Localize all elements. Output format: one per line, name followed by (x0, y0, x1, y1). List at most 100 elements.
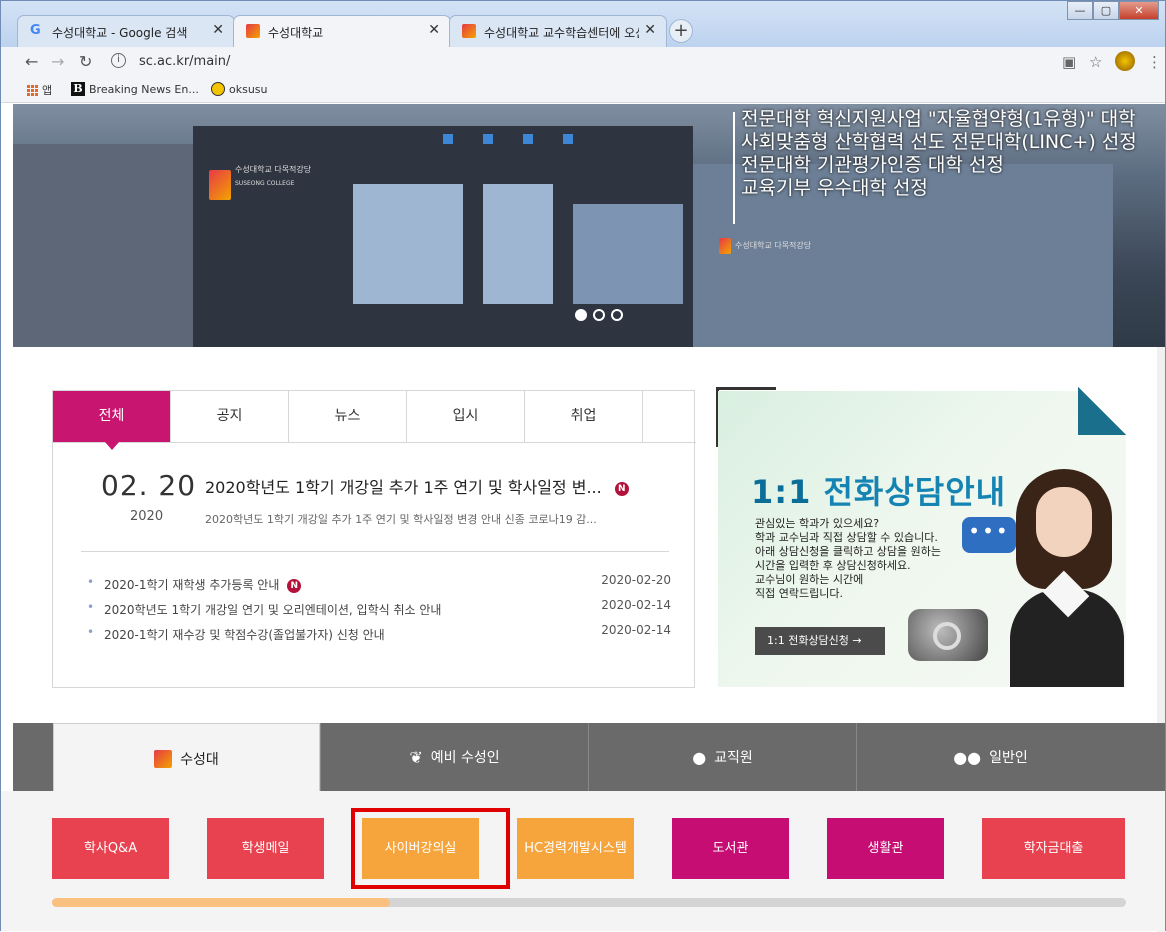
library-button[interactable]: 도서관 (672, 818, 789, 879)
banner-line: 학과 교수님과 직접 상담할 수 있습니다. (755, 531, 938, 544)
news-panel: 전체 공지 뉴스 입시 취업 02. 20 2020 2020학년도 1학기 개… (52, 390, 696, 688)
chat-bubble-icon: ••• (962, 517, 1016, 553)
new-tab-button[interactable]: + (669, 19, 693, 43)
suseong-logo-icon (462, 24, 476, 38)
qa-button[interactable]: 학사Q&A (52, 818, 169, 879)
banner-title-num: 1:1 (751, 473, 812, 511)
tab-teaching-center[interactable]: 수성대학교 교수학습센터에 오신 ✕ (449, 15, 667, 47)
featured-title[interactable]: 2020학년도 1학기 개강일 추가 1주 연기 및 학사일정 변... N (205, 474, 629, 498)
bookmark-label: Breaking News En... (89, 82, 199, 96)
tab-public[interactable]: ●● 일반인 (856, 723, 1124, 791)
tab-suseong[interactable]: 수성대학교 ✕ (233, 15, 451, 47)
hero-line: 교육기부 우수대학 선정 (741, 177, 928, 199)
menu-icon[interactable]: ⋮ (1147, 53, 1162, 71)
building-sign: 수성대학교 다목적강당 (735, 241, 812, 250)
suseong-logo-icon (154, 749, 173, 768)
news-list: • 2020-1학기 재학생 추가등록 안내 N 2020-02-20 • 20… (87, 573, 671, 648)
google-icon: G (30, 23, 41, 38)
banner-line: 관심있는 학과가 있으세요? (755, 517, 880, 530)
progress-fill (52, 898, 391, 907)
tab-staff[interactable]: ● 교직원 (588, 723, 856, 791)
browser-window: G 수성대학교 - Google 검색 ✕ 수성대학교 ✕ 수성대학교 교수학습… (0, 0, 1166, 932)
address-bar[interactable]: i sc.ac.kr/main/ (107, 50, 1047, 74)
profile-avatar[interactable] (1115, 51, 1135, 71)
tab-notice[interactable]: 공지 (171, 391, 289, 442)
hero-line: 사회맞춤형 산학협력 선도 전문대학(LINC+) 선정 (741, 131, 1137, 153)
dormitory-button[interactable]: 생활관 (827, 818, 944, 879)
banner-title: 1:1 전화상담안내 (751, 467, 1006, 513)
window-close-icon[interactable]: ✕ (1119, 1, 1159, 20)
tab-admission[interactable]: 입시 (407, 391, 525, 442)
banner-description: 관심있는 학과가 있으세요? 학과 교수님과 직접 상담할 수 있습니다. 아래… (755, 517, 941, 601)
star-icon[interactable]: ☆ (1089, 53, 1102, 71)
news-tabs: 전체 공지 뉴스 입시 취업 (53, 391, 696, 450)
hero-slider[interactable]: 수성대학교 다목적강당 SUSEONG COLLEGE 수성대학교 다목적강당 … (13, 104, 1165, 347)
tab-prospective[interactable]: ❦ 예비 수성인 (320, 723, 588, 791)
phone-consult-button[interactable]: 1:1 전화상담신청 → (755, 627, 885, 655)
divider (81, 551, 669, 552)
bookmark-breaking-news[interactable]: B Breaking News En... (71, 82, 199, 96)
reload-icon[interactable]: ↻ (79, 52, 92, 71)
cast-icon[interactable]: ▣ (1062, 53, 1076, 71)
group-nav: 수성대 ❦ 예비 수성인 ● 교직원 ●● 일반인 (13, 723, 1165, 793)
telephone-icon (908, 609, 988, 661)
minimize-icon[interactable]: — (1067, 1, 1093, 20)
highlight-box (351, 808, 510, 889)
hero-caption: 전문대학 혁신지원사업 "자율협약형(1유형)" 대학 사회맞춤형 산학협력 선… (733, 108, 1137, 224)
career-system-button[interactable]: HC경력개발시스템 (517, 818, 634, 879)
hero-line: 전문대학 기관평가인증 대학 선정 (741, 154, 1004, 176)
forward-icon[interactable]: → (51, 52, 64, 71)
featured-summary[interactable]: 2020학년도 1학기 개강일 추가 1주 연기 및 학사일정 변경 안내 신종… (205, 511, 597, 527)
tab-google-search[interactable]: G 수성대학교 - Google 검색 ✕ (17, 15, 235, 47)
page-content: 수성대학교 다목적강당 SUSEONG COLLEGE 수성대학교 다목적강당 … (1, 104, 1165, 932)
list-item-date: 2020-02-14 (601, 598, 671, 612)
bookmark-apps[interactable]: 앱 (27, 82, 52, 98)
student-loan-button[interactable]: 학자금대출 (982, 818, 1125, 879)
suseong-logo-icon (246, 24, 260, 38)
list-item-title: 2020학년도 1학기 개강일 연기 및 오리엔테이션, 입학식 취소 안내 (104, 603, 442, 617)
info-icon[interactable]: i (111, 53, 126, 68)
banner-line: 아래 상담신청을 클릭하고 상담을 원하는 (755, 545, 942, 558)
group-label: 일반인 (989, 750, 1028, 766)
list-item[interactable]: • 2020학년도 1학기 개강일 연기 및 오리엔테이션, 입학식 취소 안내… (87, 598, 671, 623)
slide-dot[interactable] (611, 309, 623, 321)
bookmark-oksusu[interactable]: oksusu (211, 82, 268, 96)
tab-suseong-students[interactable]: 수성대 (53, 723, 320, 793)
tab-title: 수성대학교 - Google 검색 (52, 26, 188, 40)
close-icon[interactable]: ✕ (644, 22, 656, 38)
slide-indicators (575, 309, 623, 321)
student-mail-button[interactable]: 학생메일 (207, 818, 324, 879)
bookmark-label: 앱 (42, 84, 53, 97)
group-label: 교직원 (714, 750, 753, 766)
carousel-progress-bar[interactable] (52, 898, 1126, 907)
page-curl (1078, 387, 1126, 435)
sprout-icon: ❦ (409, 747, 423, 767)
suseong-logo (719, 238, 731, 254)
list-item[interactable]: • 2020-1학기 재학생 추가등록 안내 N 2020-02-20 (87, 573, 671, 598)
phone-consult-banner[interactable]: 1:1 전화상담안내 관심있는 학과가 있으세요? 학과 교수님과 직접 상담할… (718, 391, 1126, 687)
close-icon[interactable]: ✕ (212, 22, 224, 38)
list-item[interactable]: • 2020-1학기 재수강 및 학점수강(졸업불가자) 신청 안내 2020-… (87, 623, 671, 648)
bullet-icon: • (87, 625, 95, 639)
quick-links: 학사Q&A 학생메일 사이버강의실 HC경력개발시스템 도서관 생활관 학자금대… (1, 791, 1165, 931)
tab-news[interactable]: 뉴스 (289, 391, 407, 442)
back-icon[interactable]: ← (25, 52, 38, 71)
apps-icon (27, 84, 38, 96)
new-badge-icon: N (614, 481, 629, 496)
list-item-title: 2020-1학기 재학생 추가등록 안내 (104, 578, 280, 592)
list-item-date: 2020-02-20 (601, 573, 671, 587)
tab-employment[interactable]: 취업 (525, 391, 643, 442)
maximize-icon[interactable]: ▢ (1093, 1, 1119, 20)
close-icon[interactable]: ✕ (428, 22, 440, 38)
slide-dot[interactable] (593, 309, 605, 321)
banner-title-text: 전화상담안내 (823, 473, 1007, 511)
tab-all[interactable]: 전체 (53, 391, 171, 450)
tab-title: 수성대학교 교수학습센터에 오신 (484, 26, 639, 40)
banner-line: 시간을 입력한 후 상담신청하세요. (755, 559, 911, 572)
featured-title-text: 2020학년도 1학기 개강일 추가 1주 연기 및 학사일정 변... (205, 478, 602, 497)
slide-dot[interactable] (575, 309, 587, 321)
people-icon: ●● (953, 747, 982, 767)
featured-year: 2020 (130, 509, 164, 524)
tab-title: 수성대학교 (268, 26, 324, 40)
hero-line: 전문대학 혁신지원사업 "자율협약형(1유형)" 대학 (741, 108, 1136, 130)
